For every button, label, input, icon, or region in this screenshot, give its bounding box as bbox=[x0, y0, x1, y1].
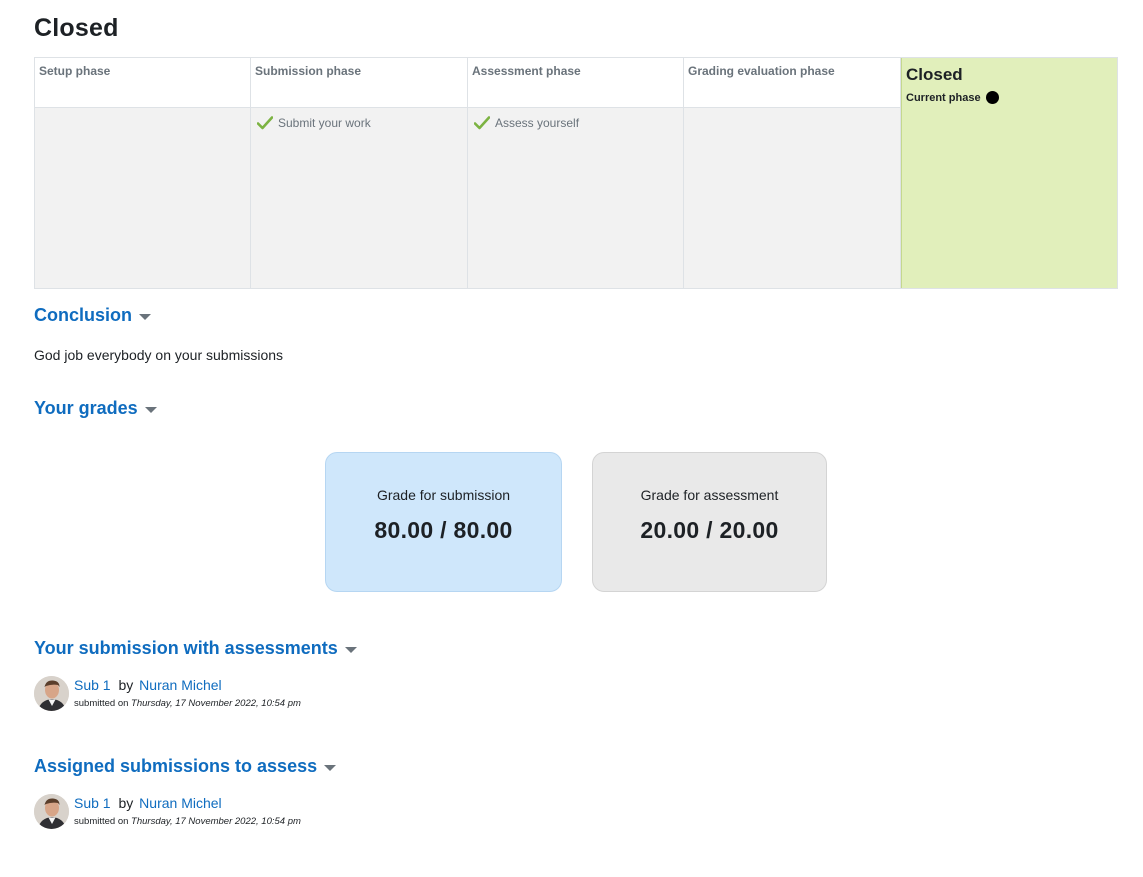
section-title: Your submission with assessments bbox=[34, 638, 338, 658]
caret-down-icon[interactable] bbox=[344, 647, 357, 653]
checkmark-icon bbox=[474, 116, 490, 130]
submission-title-link[interactable]: Sub 1 bbox=[74, 795, 111, 811]
page-title: Closed bbox=[34, 14, 119, 42]
phase-title: Submission phase bbox=[251, 58, 467, 108]
user-avatar[interactable] bbox=[34, 676, 69, 711]
phase-tasks bbox=[684, 108, 900, 288]
grade-label: Grade for assessment bbox=[640, 487, 779, 503]
submitted-on-label: submitted on bbox=[74, 698, 129, 709]
submitted-on-label: submitted on bbox=[74, 816, 129, 827]
phase-submission: Submission phase Submit your work bbox=[251, 58, 468, 288]
phase-closed-current: Closed Current phase bbox=[901, 58, 1117, 288]
phase-header: Closed Current phase bbox=[902, 58, 1117, 108]
submission-line: Sub 1 by Nuran Michel bbox=[74, 677, 222, 693]
phase-title: Grading evaluation phase bbox=[684, 58, 900, 108]
conclusion-heading[interactable]: Conclusion bbox=[34, 305, 151, 326]
phase-assessment: Assessment phase Assess yourself bbox=[468, 58, 684, 288]
phase-title: Assessment phase bbox=[468, 58, 683, 108]
author-link[interactable]: Nuran Michel bbox=[139, 795, 221, 811]
submission-title-link[interactable]: Sub 1 bbox=[74, 677, 111, 693]
person-avatar-icon bbox=[34, 676, 69, 711]
assigned-submissions-heading[interactable]: Assigned submissions to assess bbox=[34, 756, 337, 777]
caret-down-icon[interactable] bbox=[324, 765, 337, 771]
assigned-submission-entry: Sub 1 by Nuran Michel submitted on Thurs… bbox=[34, 794, 434, 834]
phase-tasks: Assess yourself bbox=[468, 108, 683, 288]
grade-value: 80.00 / 80.00 bbox=[374, 517, 513, 543]
task-label: Assess yourself bbox=[495, 116, 580, 130]
checkmark-icon bbox=[257, 116, 273, 130]
user-avatar[interactable] bbox=[34, 794, 69, 829]
phase-tasks: Submit your work bbox=[251, 108, 467, 288]
phase-tasks bbox=[35, 108, 250, 288]
submission-date: submitted on Thursday, 17 November 2022,… bbox=[74, 816, 301, 827]
grade-submission-card: Grade for submission 80.00 / 80.00 bbox=[325, 452, 562, 592]
person-avatar-icon bbox=[34, 794, 69, 829]
submission-line: Sub 1 by Nuran Michel bbox=[74, 795, 222, 811]
caret-down-icon[interactable] bbox=[139, 314, 151, 320]
section-title: Conclusion bbox=[34, 305, 132, 325]
author-link[interactable]: Nuran Michel bbox=[139, 677, 221, 693]
grade-label: Grade for submission bbox=[376, 487, 511, 503]
task-submit-work: Submit your work bbox=[257, 116, 461, 130]
conclusion-text: God job everybody on your submissions bbox=[34, 347, 284, 363]
submitted-date-value: Thursday, 17 November 2022, 10:54 pm bbox=[131, 698, 301, 709]
grade-assessment-card: Grade for assessment 20.00 / 20.00 bbox=[592, 452, 827, 592]
by-label: by bbox=[118, 677, 134, 693]
phase-title: Closed bbox=[906, 65, 963, 84]
task-label: Submit your work bbox=[278, 116, 371, 130]
your-grades-heading[interactable]: Your grades bbox=[34, 398, 157, 419]
by-label: by bbox=[118, 795, 134, 811]
section-title: Your grades bbox=[34, 398, 138, 418]
current-phase-indicator: Current phase bbox=[906, 91, 1113, 104]
caret-down-icon[interactable] bbox=[144, 407, 157, 413]
phase-tasks bbox=[902, 108, 1117, 288]
phase-grading-evaluation: Grading evaluation phase bbox=[684, 58, 901, 288]
submission-date: submitted on Thursday, 17 November 2022,… bbox=[74, 698, 301, 709]
phase-setup: Setup phase bbox=[35, 58, 251, 288]
task-assess-yourself: Assess yourself bbox=[474, 116, 677, 130]
your-submission-heading[interactable]: Your submission with assessments bbox=[34, 638, 357, 659]
phase-table: Setup phase Submission phase Submit your… bbox=[34, 57, 1118, 289]
section-title: Assigned submissions to assess bbox=[34, 756, 318, 776]
phase-title: Setup phase bbox=[35, 58, 250, 108]
submission-entry: Sub 1 by Nuran Michel submitted on Thurs… bbox=[34, 676, 434, 716]
submitted-date-value: Thursday, 17 November 2022, 10:54 pm bbox=[131, 816, 301, 827]
current-phase-dot-icon bbox=[985, 91, 999, 104]
grade-value: 20.00 / 20.00 bbox=[640, 517, 779, 543]
current-phase-label: Current phase bbox=[906, 91, 981, 104]
